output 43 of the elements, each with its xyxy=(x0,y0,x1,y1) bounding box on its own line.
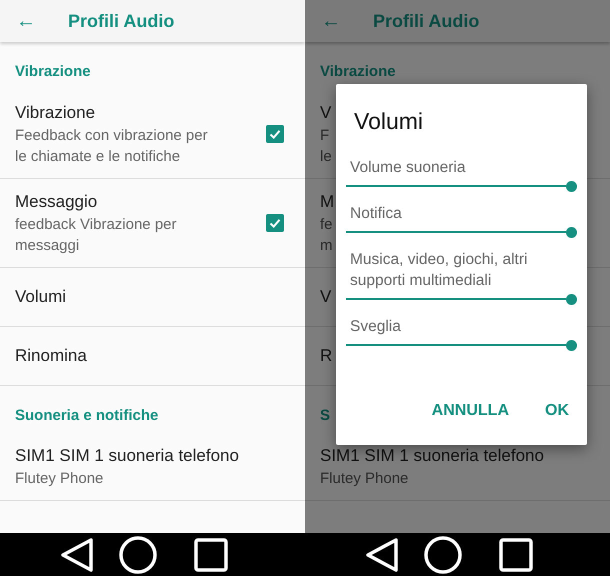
recents-icon[interactable] xyxy=(194,538,228,572)
item-title: M xyxy=(320,190,334,212)
item-subtitle: feedback Vibrazione per messaggi xyxy=(15,214,176,256)
slider-label: Musica, video, giochi, altri supporti multimediali xyxy=(349,250,528,290)
back-icon[interactable] xyxy=(60,536,94,572)
item-title: V xyxy=(320,102,332,124)
item-title: Vibrazione xyxy=(15,102,96,124)
item-subtitle: Flutey Phone xyxy=(320,469,408,489)
slider-thumb[interactable] xyxy=(566,180,577,192)
screen-title: Profili Audio xyxy=(373,10,480,32)
recents-icon[interactable] xyxy=(499,538,533,572)
item-title: R xyxy=(320,344,332,366)
item-title: V xyxy=(320,286,332,308)
item-subtitle: fe m xyxy=(320,214,333,256)
item-title: SIM1 SIM 1 suoneria telefono xyxy=(15,445,239,467)
slider-label: Volume suoneria xyxy=(349,158,466,178)
item-subtitle: F le xyxy=(320,126,332,166)
item-title: Volumi xyxy=(15,286,66,308)
back-button[interactable]: ← xyxy=(321,11,343,31)
screen-title: Profili Audio xyxy=(68,10,174,32)
item-title: SIM1 SIM 1 suoneria telefono xyxy=(320,445,544,467)
dialog-button[interactable]: ANNULLA xyxy=(422,393,519,429)
slider-thumb[interactable] xyxy=(566,226,577,238)
dialog-button[interactable]: OK xyxy=(535,393,579,429)
item-title: Rinomina xyxy=(15,344,87,366)
section-header: Suoneria e notifiche xyxy=(15,406,158,424)
checkbox[interactable] xyxy=(266,124,284,142)
checkbox[interactable] xyxy=(266,214,284,232)
back-icon[interactable] xyxy=(365,536,399,572)
dialog-title: Volumi xyxy=(353,107,424,136)
slider-label: Notifica xyxy=(349,204,403,224)
item-subtitle: Flutey Phone xyxy=(15,469,104,489)
item-title: Messaggio xyxy=(15,190,98,212)
slider-thumb[interactable] xyxy=(566,294,577,304)
back-button[interactable]: ← xyxy=(16,11,38,31)
section-header: S xyxy=(320,406,330,424)
section-header: Vibrazione xyxy=(320,63,396,80)
item-subtitle: Feedback con vibrazione per le chiamate e le notifiche xyxy=(15,126,208,166)
home-icon[interactable] xyxy=(423,534,463,574)
slider-label: Sveglia xyxy=(349,316,402,336)
home-icon[interactable] xyxy=(118,534,158,574)
section-header: Vibrazione xyxy=(15,63,91,80)
slider-thumb[interactable] xyxy=(566,340,577,350)
